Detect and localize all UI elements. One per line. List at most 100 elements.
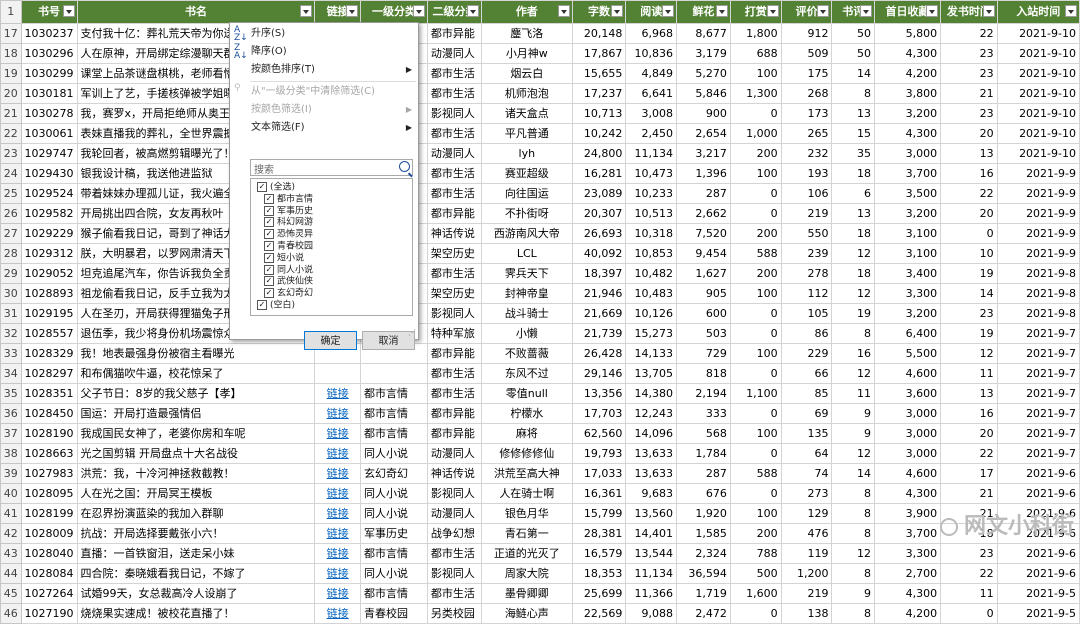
column-header[interactable]: 打赏: [729, 0, 782, 24]
link-cell[interactable]: 链接: [314, 463, 362, 484]
column-header[interactable]: 发书时间: [940, 0, 998, 24]
filter-option[interactable]: ✓ 恐怖灵异: [264, 229, 313, 240]
link-cell[interactable]: 链接: [314, 583, 362, 604]
checkbox-checked-icon[interactable]: ✓: [257, 300, 267, 310]
checkbox-checked-icon[interactable]: ✓: [257, 182, 267, 192]
filter-dropdown-icon[interactable]: [467, 5, 480, 17]
filter-dropdown-icon[interactable]: [611, 5, 624, 17]
row-number[interactable]: 42: [0, 523, 22, 544]
row-number[interactable]: 19: [0, 63, 22, 84]
row-number[interactable]: 37: [0, 423, 22, 444]
checkbox-checked-icon[interactable]: ✓: [264, 241, 274, 251]
filter-option[interactable]: ✓ 青春校园: [264, 241, 313, 252]
filter-dropdown-icon[interactable]: [766, 5, 779, 17]
column-header[interactable]: 书评: [831, 0, 875, 24]
checkbox-checked-icon[interactable]: ✓: [264, 264, 274, 275]
row-number[interactable]: 1: [0, 0, 22, 24]
row-number[interactable]: 44: [0, 563, 22, 584]
filter-option[interactable]: ✓ 短小说: [264, 252, 304, 264]
filter-option[interactable]: ✓ (全选): [257, 182, 295, 193]
checkbox-checked-icon[interactable]: ✓: [264, 288, 274, 299]
link-cell[interactable]: 链接: [314, 523, 362, 544]
checkbox-checked-icon[interactable]: ✓: [264, 229, 274, 240]
row-number[interactable]: 22: [0, 123, 22, 144]
column-header[interactable]: 入站时间: [996, 0, 1080, 24]
row-number[interactable]: 27: [0, 223, 22, 244]
row-number[interactable]: 21: [0, 103, 22, 124]
row-number[interactable]: 30: [0, 283, 22, 304]
ok-button[interactable]: 确定: [304, 331, 357, 350]
column-header[interactable]: 一级分类: [360, 0, 428, 24]
filter-dropdown-icon[interactable]: [982, 5, 995, 17]
column-header[interactable]: 鲜花: [676, 0, 731, 24]
row-number[interactable]: 39: [0, 463, 22, 484]
filter-option[interactable]: ✓ 玄幻奇幻: [264, 288, 313, 299]
link-cell[interactable]: 链接: [314, 423, 362, 444]
column-header[interactable]: 链接: [314, 0, 362, 24]
checkbox-checked-icon[interactable]: ✓: [264, 252, 274, 263]
row-number[interactable]: 36: [0, 403, 22, 424]
column-header[interactable]: 书号: [20, 0, 78, 24]
row-number[interactable]: 35: [0, 383, 22, 404]
column-header[interactable]: 阅读: [625, 0, 678, 24]
link-cell[interactable]: 链接: [314, 503, 362, 524]
row-number[interactable]: 28: [0, 243, 22, 264]
filter-dropdown-icon[interactable]: [715, 5, 728, 17]
checkbox-checked-icon[interactable]: ✓: [264, 193, 274, 204]
row-number[interactable]: 38: [0, 443, 22, 464]
row-number[interactable]: 17: [0, 23, 22, 44]
checkbox-checked-icon[interactable]: ✓: [264, 276, 274, 287]
column-header[interactable]: 首日收藏: [873, 0, 942, 24]
filter-dropdown-icon[interactable]: [346, 5, 359, 17]
link-cell[interactable]: 链接: [314, 543, 362, 564]
link-cell[interactable]: [314, 363, 362, 384]
link-cell[interactable]: 链接: [314, 483, 362, 504]
resize-grip-icon[interactable]: ⋰: [408, 328, 416, 337]
row-number[interactable]: 29: [0, 263, 22, 284]
filter-option[interactable]: ✓ 都市言情: [264, 193, 313, 205]
row-number[interactable]: 33: [0, 343, 22, 364]
text-filter-item[interactable]: 文本筛选(F) ▶: [230, 119, 418, 137]
sort-ascending-item[interactable]: A Z↓ 升序(S): [230, 25, 418, 43]
row-number[interactable]: 41: [0, 503, 22, 524]
sort-by-color-item[interactable]: 按颜色排序(T) ▶: [230, 61, 418, 79]
filter-option[interactable]: ✓ (空白): [257, 300, 295, 311]
filter-dropdown-icon[interactable]: [1065, 5, 1077, 17]
link-cell[interactable]: 链接: [314, 443, 362, 464]
filter-dropdown-icon[interactable]: [557, 5, 570, 17]
row-number[interactable]: 34: [0, 363, 22, 384]
column-header[interactable]: 字数: [571, 0, 627, 24]
filter-dropdown-icon[interactable]: [62, 5, 75, 17]
filter-dropdown-icon[interactable]: [859, 5, 872, 17]
row-number[interactable]: 18: [0, 43, 22, 64]
filter-search-input[interactable]: 搜索: [250, 159, 413, 176]
row-number[interactable]: 40: [0, 483, 22, 504]
link-cell[interactable]: 链接: [314, 403, 362, 424]
column-header[interactable]: 作者: [481, 0, 573, 24]
sort-descending-item[interactable]: Z A↓ 降序(O): [230, 43, 418, 61]
row-number[interactable]: 46: [0, 603, 22, 624]
filter-dropdown-icon[interactable]: [926, 5, 939, 17]
checkbox-checked-icon[interactable]: ✓: [264, 217, 274, 228]
row-number[interactable]: 26: [0, 203, 22, 224]
row-number[interactable]: 24: [0, 163, 22, 184]
filter-option[interactable]: ✓ 科幻网游: [264, 217, 313, 228]
row-number[interactable]: 25: [0, 183, 22, 204]
filter-dropdown-icon[interactable]: [412, 5, 425, 17]
column-header[interactable]: 二级分类: [426, 0, 483, 24]
filter-option[interactable]: ✓ 军事历史: [264, 205, 313, 217]
filter-option[interactable]: ✓ 同人小说: [264, 264, 313, 276]
filter-dropdown-icon[interactable]: [817, 5, 830, 17]
link-cell[interactable]: 链接: [314, 383, 362, 404]
checkbox-checked-icon[interactable]: ✓: [264, 205, 274, 216]
column-header[interactable]: 评价: [780, 0, 833, 24]
filter-option[interactable]: ✓ 武侠仙侠: [264, 276, 313, 287]
row-number[interactable]: 20: [0, 83, 22, 104]
column-header[interactable]: 书名: [76, 0, 316, 24]
row-number[interactable]: 43: [0, 543, 22, 564]
filter-dropdown-icon[interactable]: [662, 5, 675, 17]
row-number[interactable]: 45: [0, 583, 22, 604]
row-number[interactable]: 31: [0, 303, 22, 324]
row-number[interactable]: 32: [0, 323, 22, 344]
link-cell[interactable]: 链接: [314, 603, 362, 624]
